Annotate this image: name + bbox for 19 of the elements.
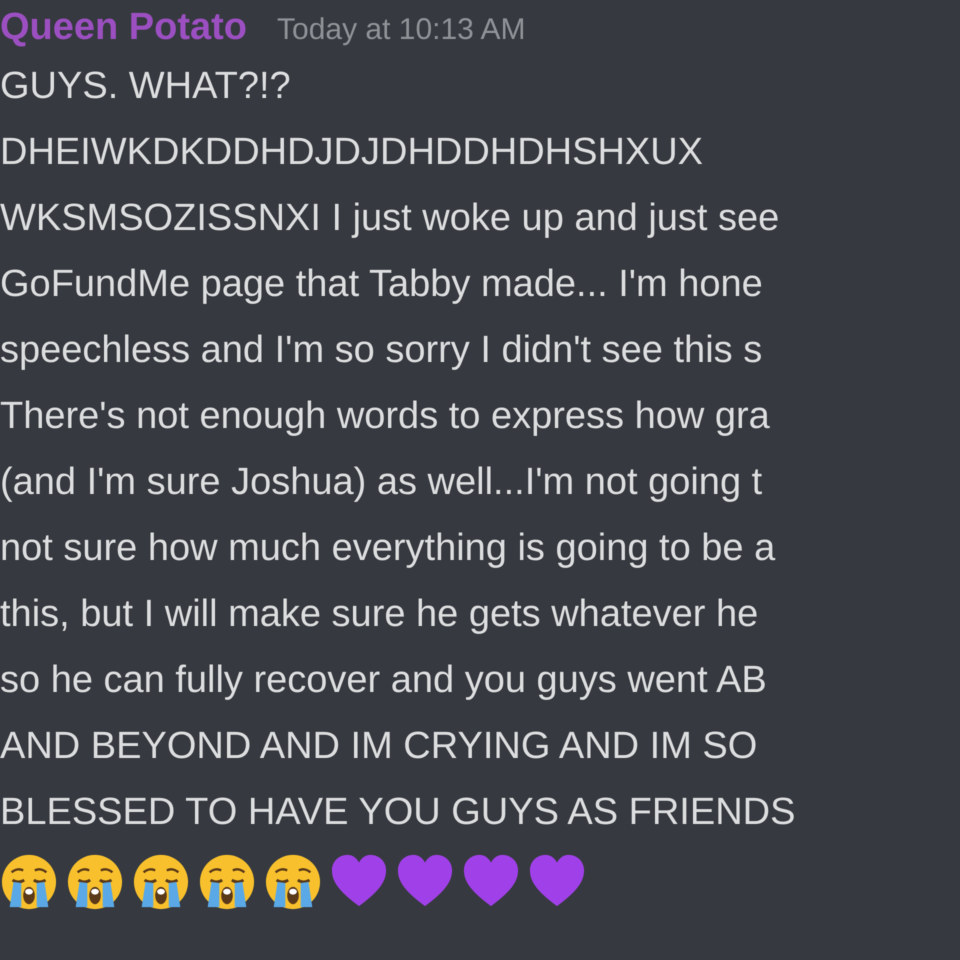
crying-face-icon [198, 853, 256, 911]
message-text: GoFundMe page that Tabby made... I'm hone [0, 262, 764, 307]
crying-face-icon [66, 853, 124, 911]
message-text: WKSMSOZISSNXI I just woke up and just see [0, 196, 780, 241]
timestamp: Today at 10:13 AM [277, 13, 526, 47]
message-text: GUYS. WHAT?!? [0, 64, 292, 109]
message-text: this, but I will make sure he gets whatever he [0, 592, 760, 637]
crying-face-icon [132, 853, 190, 911]
message-text: DHEIWKDKDDHDJDJDHDDHDHSHXUX [0, 130, 704, 175]
message-text: (and I'm sure Joshua) as well...I'm not going t [0, 460, 764, 505]
crying-face-icon [264, 853, 322, 911]
message-text: so he can fully recover and you guys went AB [0, 658, 768, 703]
message-text: not sure how much everything is going to be a [0, 526, 776, 571]
message-text: There's not enough words to express how gra [0, 394, 771, 439]
message-text: BLESSED TO HAVE YOU GUYS AS FRIENDS [0, 790, 796, 835]
username: Queen Potato [0, 6, 248, 49]
crying-face-icon [0, 853, 58, 911]
message-text: AND BEYOND AND IM CRYING AND IM SO [0, 724, 758, 769]
message-text: speechless and I'm so sorry I didn't see this s [0, 328, 764, 373]
